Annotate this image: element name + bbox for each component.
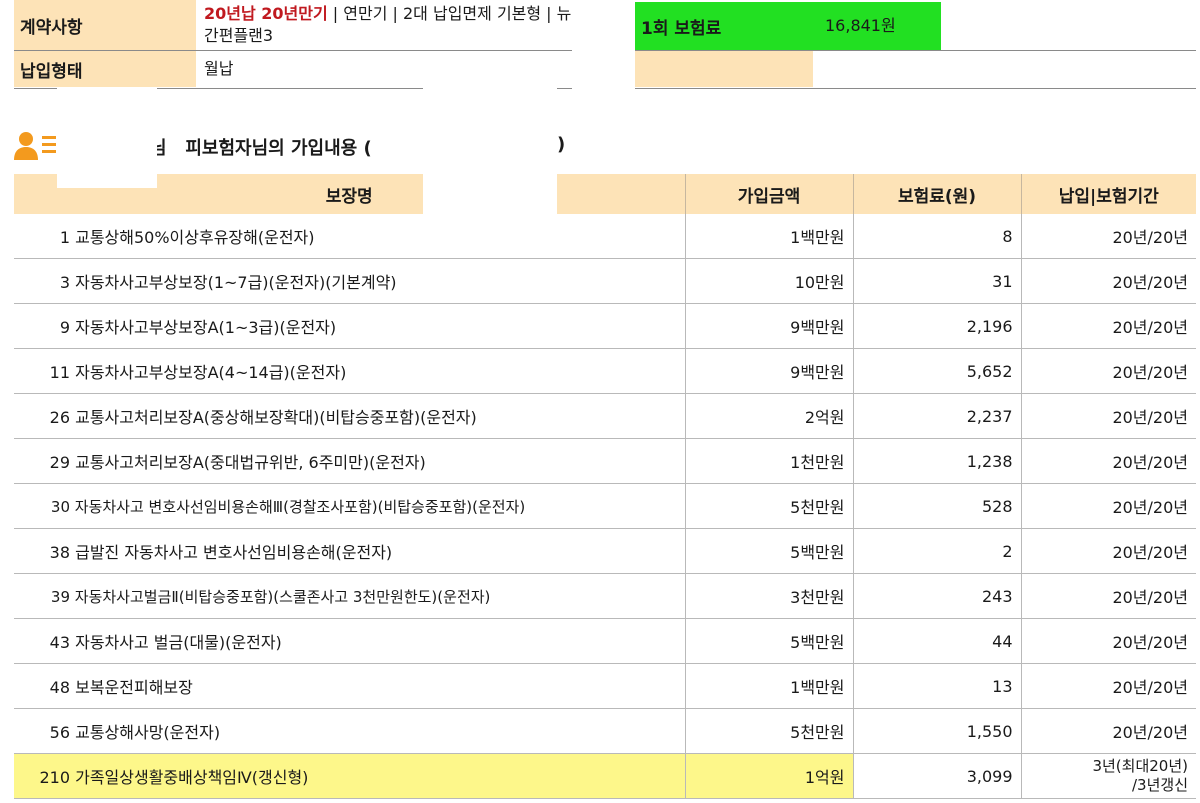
coverage-amount: 3천만원 [685,573,854,619]
coverage-premium: 8 [853,214,1022,259]
coverage-name: 38 급발진 자동차사고 변호사선임비용손해(운전자) [14,528,686,574]
table-row: 30 자동차사고 변호사선임비용손해Ⅲ(경찰조사포함)(비탑승중포함)(운전자)… [14,483,1196,529]
redaction-box [57,88,157,188]
coverage-name: 30 자동차사고 변호사선임비용손해Ⅲ(경찰조사포함)(비탑승중포함)(운전자) [14,483,686,529]
coverage-period: 20년/20년 [1021,214,1196,259]
coverage-period: 20년/20년 [1021,663,1196,709]
table-row: 9 자동차사고부상보장A(1~3급)(운전자) 9백만원 2,196 20년/2… [14,303,1196,349]
coverage-name: 26 교통사고처리보장A(중상해보장확대)(비탑승중포함)(운전자) [14,393,686,439]
coverage-name: 48 보복운전피해보장 [14,663,686,709]
coverage-table: 보장명 가입금액 보험료(원) 납입|보험기간 1 교통상해50%이상후유장해(… [14,174,1196,799]
coverage-premium: 2,196 [853,303,1022,349]
coverage-premium: 31 [853,258,1022,304]
premium-value: 16,841원 [813,2,941,50]
coverage-premium: 13 [853,663,1022,709]
coverage-premium: 1,550 [853,708,1022,754]
table-row: 3 자동차사고부상보장(1~7급)(운전자)(기본계약) 10만원 31 20년… [14,258,1196,304]
section-title-main: 피보험자님의 가입내용 ( [185,138,372,159]
table-row: 39 자동차사고벌금Ⅱ(비탑승중포함)(스쿨존사고 3천만원한도)(운전자) 3… [14,573,1196,619]
table-row: 11 자동차사고부상보장A(4~14급)(운전자) 9백만원 5,652 20년… [14,348,1196,394]
coverage-premium: 1,238 [853,438,1022,484]
coverage-amount: 1백만원 [685,663,854,709]
table-header-row: 보장명 가입금액 보험료(원) 납입|보험기간 [14,174,1196,214]
coverage-period: 20년/20년 [1021,483,1196,529]
contract-label: 계약사항 [14,0,196,50]
coverage-amount: 1천만원 [685,438,854,484]
coverage-period: 20년/20년 [1021,438,1196,484]
coverage-amount: 10만원 [685,258,854,304]
contract-value: 20년납 20년만기 | 연만기 | 2대 납입면제 기본형 | 뉴간편플랜3 [196,3,572,49]
coverage-premium: 5,652 [853,348,1022,394]
coverage-period: 3년(최대20년) /3년갱신 [1021,753,1196,799]
table-row: 1 교통상해50%이상후유장해(운전자) 1백만원 8 20년/20년 [14,214,1196,259]
coverage-name: 56 교통상해사망(운전자) [14,708,686,754]
payment-value: 월납 [204,59,234,78]
coverage-premium: 243 [853,573,1022,619]
period-line-1: 3년(최대20년) [1092,757,1188,775]
coverage-premium: 2 [853,528,1022,574]
coverage-amount: 5백만원 [685,528,854,574]
coverage-period: 20년/20년 [1021,258,1196,304]
table-row: 26 교통사고처리보장A(중상해보장확대)(비탑승중포함)(운전자) 2억원 2… [14,393,1196,439]
coverage-premium: 2,237 [853,393,1022,439]
coverage-name: 39 자동차사고벌금Ⅱ(비탑승중포함)(스쿨존사고 3천만원한도)(운전자) [14,573,686,619]
coverage-amount: 1백만원 [685,214,854,259]
coverage-name: 43 자동차사고 벌금(대물)(운전자) [14,618,686,664]
payment-label: 납입형태 [14,51,196,87]
section-title: 님 피보험자님의 가입내용 ( [150,134,372,160]
coverage-period: 20년/20년 [1021,708,1196,754]
coverage-premium: 528 [853,483,1022,529]
person-icon [12,130,60,162]
coverage-name: 210 가족일상생활중배상책임Ⅳ(갱신형) [14,753,686,799]
coverage-period: 20년/20년 [1021,348,1196,394]
coverage-period: 20년/20년 [1021,528,1196,574]
premium-label-empty [635,51,813,87]
coverage-amount: 9백만원 [685,348,854,394]
coverage-amount: 9백만원 [685,303,854,349]
header-premium: 보험료(원) [853,174,1022,214]
coverage-premium: 44 [853,618,1022,664]
coverage-name: 29 교통사고처리보장A(중대법규위반, 6주미만)(운전자) [14,438,686,484]
coverage-period: 20년/20년 [1021,303,1196,349]
coverage-amount: 2억원 [685,393,854,439]
table-row: 48 보복운전피해보장 1백만원 13 20년/20년 [14,663,1196,709]
table-row: 43 자동차사고 벌금(대물)(운전자) 5백만원 44 20년/20년 [14,618,1196,664]
coverage-premium: 3,099 [853,753,1022,799]
coverage-name: 1 교통상해50%이상후유장해(운전자) [14,214,686,259]
coverage-name: 11 자동차사고부상보장A(4~14급)(운전자) [14,348,686,394]
table-row: 56 교통상해사망(운전자) 5천만원 1,550 20년/20년 [14,708,1196,754]
coverage-amount: 1억원 [685,753,854,799]
coverage-period: 20년/20년 [1021,393,1196,439]
coverage-amount: 5천만원 [685,483,854,529]
coverage-period: 20년/20년 [1021,618,1196,664]
coverage-name: 9 자동차사고부상보장A(1~3급)(운전자) [14,303,686,349]
table-row-highlighted: 210 가족일상생활중배상책임Ⅳ(갱신형) 1억원 3,099 3년(최대20년… [14,753,1196,799]
table-row: 38 급발진 자동차사고 변호사선임비용손해(운전자) 5백만원 2 20년/2… [14,528,1196,574]
redaction-box [423,85,557,215]
table-row: 29 교통사고처리보장A(중대법규위반, 6주미만)(운전자) 1천만원 1,2… [14,438,1196,484]
coverage-amount: 5천만원 [685,708,854,754]
contract-term: 20년납 20년만기 [204,4,328,23]
period-line-2: /3년갱신 [1132,776,1188,794]
coverage-period: 20년/20년 [1021,573,1196,619]
divider [635,88,1196,89]
coverage-amount: 5백만원 [685,618,854,664]
premium-label: 1회 보험료 [635,2,813,50]
header-amount: 가입금액 [685,174,854,214]
coverage-name: 3 자동차사고부상보장(1~7급)(운전자)(기본계약) [14,258,686,304]
header-period: 납입|보험기간 [1021,174,1196,214]
section-title-close: ) [557,134,566,155]
